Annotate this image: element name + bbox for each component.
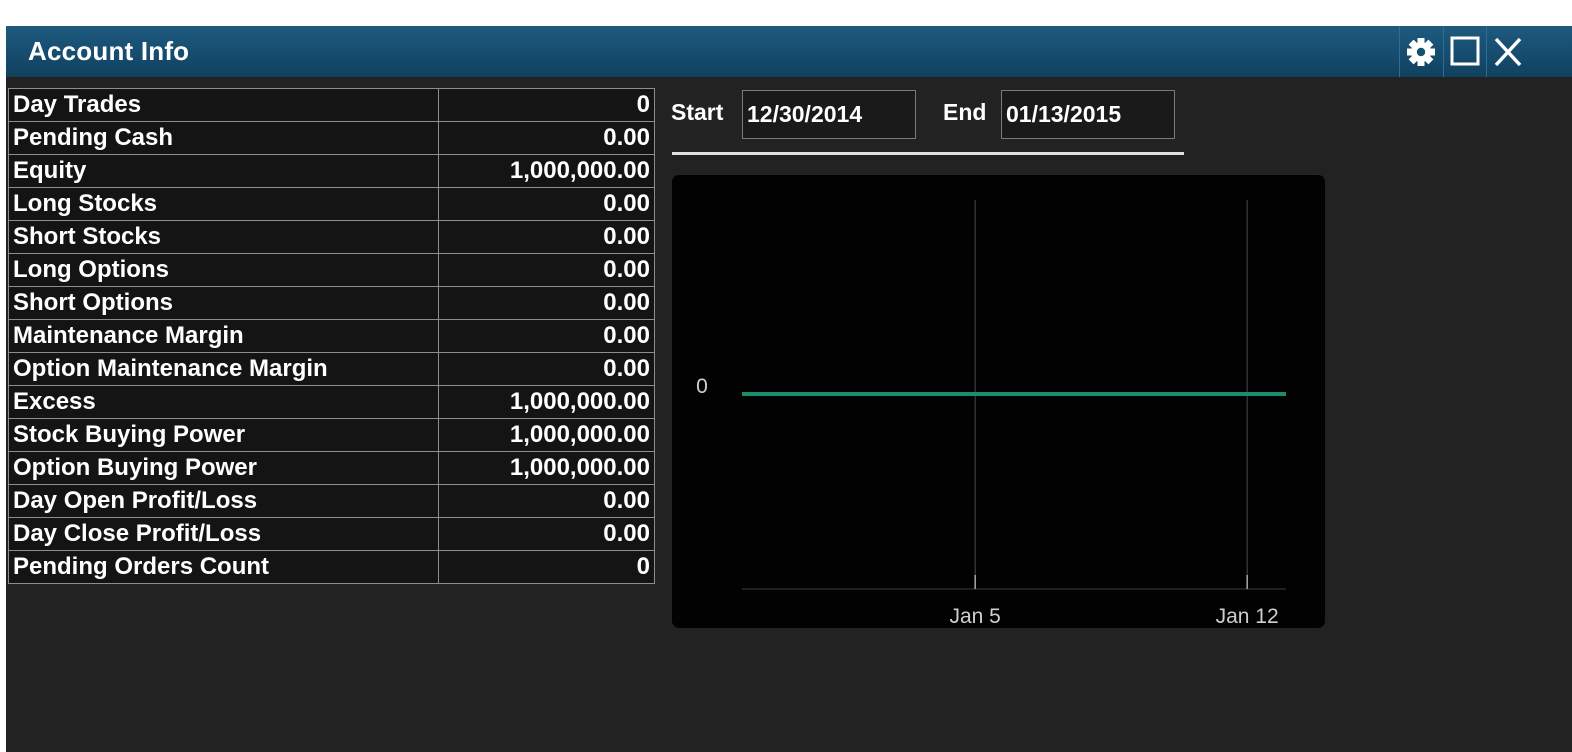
equity-chart[interactable]: Jan 5 Jan 12 0 (672, 175, 1325, 628)
row-value: 1,000,000.00 (438, 385, 655, 419)
row-value: 0.00 (438, 319, 655, 353)
table-row: Excess 1,000,000.00 (8, 385, 655, 419)
table-row: Equity 1,000,000.00 (8, 154, 655, 188)
row-label: Equity (8, 154, 439, 188)
start-label: Start (671, 99, 724, 125)
table-row: Day Open Profit/Loss 0.00 (8, 484, 655, 518)
row-value: 0.00 (438, 286, 655, 320)
row-label: Day Trades (8, 88, 439, 122)
y-tick-label: 0 (696, 375, 708, 398)
equity-chart-svg: Jan 5 Jan 12 0 (696, 200, 1286, 628)
table-row: Option Buying Power 1,000,000.00 (8, 451, 655, 485)
table-row: Long Options 0.00 (8, 253, 655, 287)
row-label: Short Options (8, 286, 439, 320)
maximize-icon[interactable] (1443, 26, 1486, 77)
end-label: End (943, 99, 987, 125)
date-range-underline (672, 152, 1184, 155)
row-label: Pending Orders Count (8, 550, 439, 584)
table-row: Stock Buying Power 1,000,000.00 (8, 418, 655, 452)
account-info-window: Account Info Day Trades 0 Pending Cash 0… (6, 26, 1572, 752)
table-row: Short Stocks 0.00 (8, 220, 655, 254)
table-row: Pending Cash 0.00 (8, 121, 655, 155)
row-value: 0.00 (438, 352, 655, 386)
window-titlebar[interactable]: Account Info (6, 26, 1572, 77)
x-tick-label: Jan 12 (1216, 605, 1279, 628)
row-label: Day Open Profit/Loss (8, 484, 439, 518)
table-row: Day Trades 0 (8, 88, 655, 122)
row-value: 1,000,000.00 (438, 418, 655, 452)
table-row: Pending Orders Count 0 (8, 550, 655, 584)
row-value: 0.00 (438, 484, 655, 518)
row-label: Short Stocks (8, 220, 439, 254)
end-date-input[interactable] (1001, 90, 1175, 139)
row-value: 0 (438, 550, 655, 584)
table-row: Day Close Profit/Loss 0.00 (8, 517, 655, 551)
row-label: Pending Cash (8, 121, 439, 155)
table-row: Maintenance Margin 0.00 (8, 319, 655, 353)
row-value: 0.00 (438, 121, 655, 155)
row-label: Option Buying Power (8, 451, 439, 485)
row-value: 0.00 (438, 517, 655, 551)
row-label: Long Options (8, 253, 439, 287)
row-label: Maintenance Margin (8, 319, 439, 353)
account-values-table: Day Trades 0 Pending Cash 0.00 Equity 1,000,0… (8, 88, 655, 584)
row-label: Excess (8, 385, 439, 419)
row-value: 0.00 (438, 187, 655, 221)
row-label: Long Stocks (8, 187, 439, 221)
row-value: 1,000,000.00 (438, 154, 655, 188)
x-tick-label: Jan 5 (949, 605, 1000, 628)
table-row: Option Maintenance Margin 0.00 (8, 352, 655, 386)
row-value: 0 (438, 88, 655, 122)
row-label: Option Maintenance Margin (8, 352, 439, 386)
row-label: Stock Buying Power (8, 418, 439, 452)
table-row: Short Options 0.00 (8, 286, 655, 320)
window-title: Account Info (28, 36, 190, 66)
row-value: 0.00 (438, 253, 655, 287)
row-value: 0.00 (438, 220, 655, 254)
start-date-input[interactable] (742, 90, 916, 139)
row-label: Day Close Profit/Loss (8, 517, 439, 551)
row-value: 1,000,000.00 (438, 451, 655, 485)
settings-gear-icon[interactable] (1399, 26, 1442, 77)
table-row: Long Stocks 0.00 (8, 187, 655, 221)
close-icon[interactable] (1486, 26, 1529, 77)
